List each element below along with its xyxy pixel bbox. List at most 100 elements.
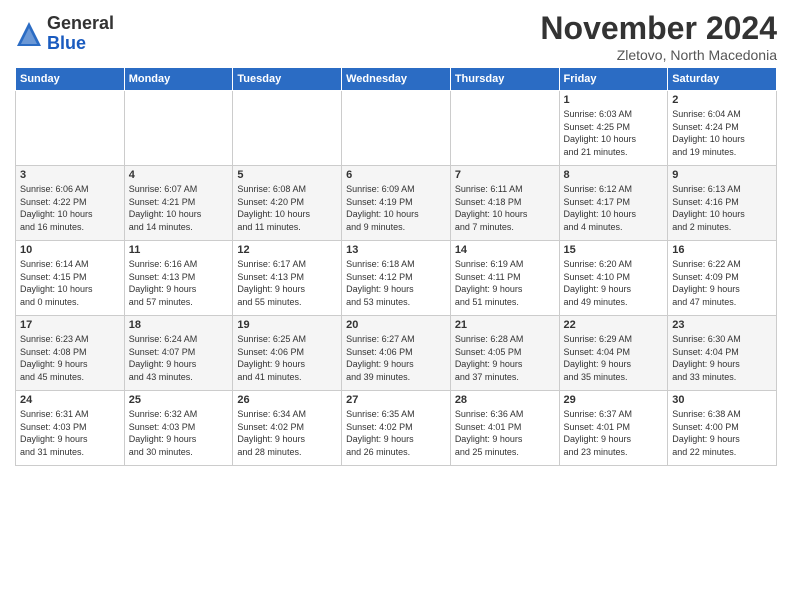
col-saturday: Saturday [668,68,777,91]
day-info: Sunrise: 6:29 AM Sunset: 4:04 PM Dayligh… [564,333,664,383]
day-cell: 11 Sunrise: 6:16 AM Sunset: 4:13 PM Dayli… [124,241,233,316]
day-info: Sunrise: 6:13 AM Sunset: 4:16 PM Dayligh… [672,183,772,233]
logo-text: General Blue [47,14,114,54]
day-info: Sunrise: 6:36 AM Sunset: 4:01 PM Dayligh… [455,408,555,458]
day-info: Sunrise: 6:31 AM Sunset: 4:03 PM Dayligh… [20,408,120,458]
day-cell: 27 Sunrise: 6:35 AM Sunset: 4:02 PM Dayli… [342,391,451,466]
page-container: General Blue November 2024 Zletovo, Nort… [0,0,792,476]
day-number: 14 [455,244,555,256]
day-number: 30 [672,394,772,406]
day-cell [450,91,559,166]
day-cell [342,91,451,166]
day-cell [16,91,125,166]
day-info: Sunrise: 6:38 AM Sunset: 4:00 PM Dayligh… [672,408,772,458]
day-info: Sunrise: 6:18 AM Sunset: 4:12 PM Dayligh… [346,258,446,308]
day-number: 9 [672,169,772,181]
day-number: 25 [129,394,229,406]
week-row-2: 3Sunrise: 6:06 AM Sunset: 4:22 PM Daylig… [16,166,777,241]
day-cell: 6 Sunrise: 6:09 AM Sunset: 4:19 PM Daylig… [342,166,451,241]
day-number: 26 [237,394,337,406]
logo-general: General [47,14,114,34]
day-cell: 7Sunrise: 6:11 AM Sunset: 4:18 PM Daylig… [450,166,559,241]
day-info: Sunrise: 6:24 AM Sunset: 4:07 PM Dayligh… [129,333,229,383]
day-info: Sunrise: 6:19 AM Sunset: 4:11 PM Dayligh… [455,258,555,308]
day-cell: 13Sunrise: 6:18 AM Sunset: 4:12 PM Dayli… [342,241,451,316]
day-info: Sunrise: 6:30 AM Sunset: 4:04 PM Dayligh… [672,333,772,383]
day-cell: 30 Sunrise: 6:38 AM Sunset: 4:00 PM Dayli… [668,391,777,466]
title-area: November 2024 Zletovo, North Macedonia [540,10,777,63]
col-friday: Friday [559,68,668,91]
day-info: Sunrise: 6:07 AM Sunset: 4:21 PM Dayligh… [129,183,229,233]
day-cell: 4 Sunrise: 6:07 AM Sunset: 4:21 PM Daylig… [124,166,233,241]
day-cell: 8 Sunrise: 6:12 AM Sunset: 4:17 PM Daylig… [559,166,668,241]
day-cell: 25 Sunrise: 6:32 AM Sunset: 4:03 PM Dayli… [124,391,233,466]
day-number: 8 [564,169,664,181]
day-info: Sunrise: 6:37 AM Sunset: 4:01 PM Dayligh… [564,408,664,458]
day-cell: 18 Sunrise: 6:24 AM Sunset: 4:07 PM Dayli… [124,316,233,391]
day-info: Sunrise: 6:12 AM Sunset: 4:17 PM Dayligh… [564,183,664,233]
day-number: 19 [237,319,337,331]
day-number: 6 [346,169,446,181]
day-number: 5 [237,169,337,181]
header: General Blue November 2024 Zletovo, Nort… [15,10,777,63]
day-number: 20 [346,319,446,331]
day-info: Sunrise: 6:28 AM Sunset: 4:05 PM Dayligh… [455,333,555,383]
day-cell: 10Sunrise: 6:14 AM Sunset: 4:15 PM Dayli… [16,241,125,316]
day-cell: 24 Sunrise: 6:31 AM Sunset: 4:03 PM Dayli… [16,391,125,466]
calendar-body: 1Sunrise: 6:03 AM Sunset: 4:25 PM Daylig… [16,91,777,466]
day-number: 27 [346,394,446,406]
day-number: 29 [564,394,664,406]
week-row-1: 1Sunrise: 6:03 AM Sunset: 4:25 PM Daylig… [16,91,777,166]
day-cell: 23 Sunrise: 6:30 AM Sunset: 4:04 PM Dayli… [668,316,777,391]
day-info: Sunrise: 6:08 AM Sunset: 4:20 PM Dayligh… [237,183,337,233]
day-cell: 20 Sunrise: 6:27 AM Sunset: 4:06 PM Dayli… [342,316,451,391]
day-info: Sunrise: 6:06 AM Sunset: 4:22 PM Dayligh… [20,183,120,233]
day-cell [233,91,342,166]
day-cell: 21Sunrise: 6:28 AM Sunset: 4:05 PM Dayli… [450,316,559,391]
col-monday: Monday [124,68,233,91]
week-row-3: 10Sunrise: 6:14 AM Sunset: 4:15 PM Dayli… [16,241,777,316]
day-info: Sunrise: 6:23 AM Sunset: 4:08 PM Dayligh… [20,333,120,383]
day-cell: 5 Sunrise: 6:08 AM Sunset: 4:20 PM Daylig… [233,166,342,241]
day-number: 11 [129,244,229,256]
subtitle: Zletovo, North Macedonia [540,47,777,63]
day-number: 17 [20,319,120,331]
day-info: Sunrise: 6:17 AM Sunset: 4:13 PM Dayligh… [237,258,337,308]
day-number: 23 [672,319,772,331]
day-cell: 15Sunrise: 6:20 AM Sunset: 4:10 PM Dayli… [559,241,668,316]
day-number: 24 [20,394,120,406]
day-info: Sunrise: 6:09 AM Sunset: 4:19 PM Dayligh… [346,183,446,233]
col-tuesday: Tuesday [233,68,342,91]
day-cell: 26 Sunrise: 6:34 AM Sunset: 4:02 PM Dayli… [233,391,342,466]
day-cell: 12Sunrise: 6:17 AM Sunset: 4:13 PM Dayli… [233,241,342,316]
day-number: 7 [455,169,555,181]
day-cell: 16 Sunrise: 6:22 AM Sunset: 4:09 PM Dayli… [668,241,777,316]
day-info: Sunrise: 6:14 AM Sunset: 4:15 PM Dayligh… [20,258,120,308]
day-cell: 19 Sunrise: 6:25 AM Sunset: 4:06 PM Dayli… [233,316,342,391]
day-info: Sunrise: 6:04 AM Sunset: 4:24 PM Dayligh… [672,108,772,158]
day-info: Sunrise: 6:16 AM Sunset: 4:13 PM Dayligh… [129,258,229,308]
day-number: 16 [672,244,772,256]
day-info: Sunrise: 6:35 AM Sunset: 4:02 PM Dayligh… [346,408,446,458]
week-row-5: 24 Sunrise: 6:31 AM Sunset: 4:03 PM Dayli… [16,391,777,466]
day-number: 18 [129,319,229,331]
logo-icon [15,20,43,48]
day-number: 28 [455,394,555,406]
week-row-4: 17 Sunrise: 6:23 AM Sunset: 4:08 PM Dayli… [16,316,777,391]
day-number: 2 [672,94,772,106]
col-thursday: Thursday [450,68,559,91]
day-info: Sunrise: 6:22 AM Sunset: 4:09 PM Dayligh… [672,258,772,308]
day-info: Sunrise: 6:32 AM Sunset: 4:03 PM Dayligh… [129,408,229,458]
calendar-table: Sunday Monday Tuesday Wednesday Thursday… [15,67,777,466]
month-title: November 2024 [540,10,777,47]
col-wednesday: Wednesday [342,68,451,91]
day-number: 4 [129,169,229,181]
day-info: Sunrise: 6:25 AM Sunset: 4:06 PM Dayligh… [237,333,337,383]
day-info: Sunrise: 6:27 AM Sunset: 4:06 PM Dayligh… [346,333,446,383]
day-info: Sunrise: 6:20 AM Sunset: 4:10 PM Dayligh… [564,258,664,308]
day-cell: 1Sunrise: 6:03 AM Sunset: 4:25 PM Daylig… [559,91,668,166]
day-info: Sunrise: 6:34 AM Sunset: 4:02 PM Dayligh… [237,408,337,458]
day-cell: 2 Sunrise: 6:04 AM Sunset: 4:24 PM Daylig… [668,91,777,166]
day-cell: 29 Sunrise: 6:37 AM Sunset: 4:01 PM Dayli… [559,391,668,466]
col-sunday: Sunday [16,68,125,91]
